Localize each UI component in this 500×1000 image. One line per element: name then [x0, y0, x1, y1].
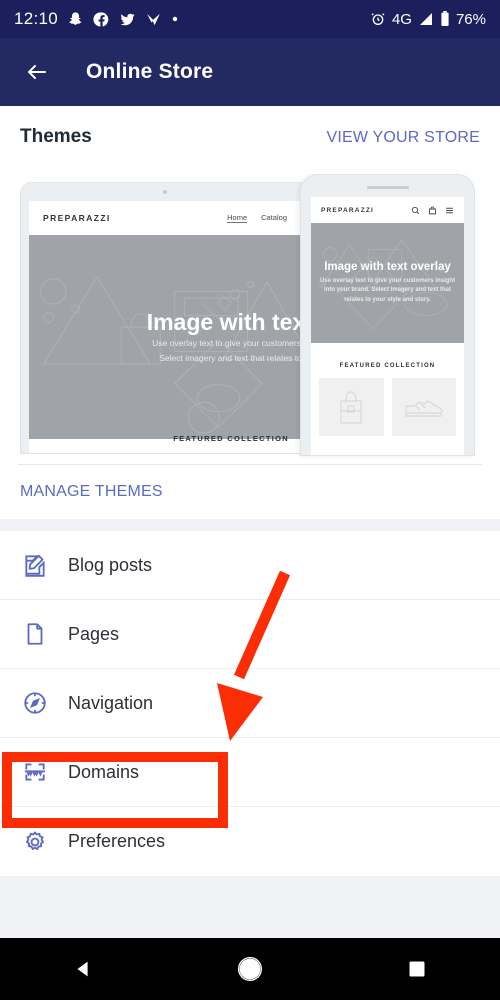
- dot-icon: [171, 15, 179, 23]
- bottom-spacer: [0, 876, 500, 934]
- view-your-store-link[interactable]: VIEW YOUR STORE: [326, 129, 480, 147]
- gmail-icon: [145, 11, 162, 28]
- signal-icon: [418, 12, 434, 26]
- phone-screen: 12:10 4G 76% Online Store Themes VIEW YO…: [0, 0, 500, 1000]
- hamburger-menu-icon: [445, 206, 454, 215]
- tablet-store-nav: PREPARAZZI Home Catalog: [29, 201, 301, 235]
- menu-item-label: Domains: [68, 761, 140, 782]
- menu-item-pages[interactable]: Pages: [0, 600, 500, 669]
- tablet-hero-subtitle-line2: Select imagery and text that relates to …: [159, 352, 301, 363]
- search-icon: [411, 206, 420, 215]
- menu-item-label: Navigation: [68, 692, 154, 713]
- page-title: Online Store: [86, 60, 214, 83]
- phone-store-brand: PREPARAZZI: [321, 207, 375, 214]
- tablet-nav-link-home: Home: [227, 213, 248, 223]
- menu-item-navigation[interactable]: Navigation: [0, 669, 500, 738]
- status-bar-notification-icons: [67, 11, 179, 28]
- phone-hero-title: Image with text overlay: [324, 260, 451, 273]
- tablet-hero-subtitle: Use overlay text to give your customers …: [152, 336, 301, 365]
- back-triangle-icon[interactable]: [53, 946, 113, 992]
- tablet-hero-title: Image with text o: [146, 309, 301, 336]
- document-page-icon: [22, 621, 68, 647]
- phone-preview-screen: PREPARAZZI Image with text overlay Use o…: [311, 197, 464, 455]
- shopping-bag-icon: [428, 206, 437, 215]
- alarm-icon: [370, 11, 386, 27]
- recents-square-icon[interactable]: [387, 946, 447, 992]
- tablet-hero-subtitle-line1: Use overlay text to give your customers …: [152, 338, 301, 349]
- www-domain-icon: [22, 759, 68, 785]
- themes-card: Themes VIEW YOUR STORE PREPARAZZI Home C…: [0, 106, 500, 519]
- menu-item-blog-posts[interactable]: Blog posts: [0, 531, 500, 600]
- home-circle-icon[interactable]: [220, 946, 280, 992]
- tablet-store-brand: PREPARAZZI: [43, 213, 111, 223]
- theme-preview-area: PREPARAZZI Home Catalog Image with te Us…: [0, 174, 500, 464]
- phone-product-grid: [311, 378, 464, 436]
- status-bar-clock: 12:10: [14, 9, 59, 28]
- status-bar: 12:10 4G 76%: [0, 0, 500, 38]
- status-bar-right: 4G 76%: [370, 11, 486, 28]
- online-store-menu: Blog posts Pages Navigation Domains Pref: [0, 531, 500, 876]
- section-divider: [0, 519, 500, 531]
- battery-icon: [440, 11, 450, 27]
- network-type-label: 4G: [391, 10, 412, 28]
- manage-themes-link[interactable]: MANAGE THEMES: [18, 465, 482, 519]
- status-bar-left: 12:10: [14, 9, 179, 29]
- app-bar: Online Store: [0, 38, 500, 106]
- backpack-icon: [319, 378, 384, 436]
- tablet-preview-screen: PREPARAZZI Home Catalog Image with te Us…: [29, 201, 301, 453]
- phone-store-nav: PREPARAZZI: [311, 197, 464, 223]
- compose-edit-icon: [22, 552, 68, 578]
- menu-item-domains[interactable]: Domains: [0, 738, 500, 807]
- menu-item-preferences[interactable]: Preferences: [0, 807, 500, 876]
- phone-featured-collection-label: FEATURED COLLECTION: [339, 363, 436, 369]
- phone-store-nav-icons: [411, 206, 454, 215]
- tablet-store-nav-links: Home Catalog: [227, 213, 287, 223]
- snapchat-icon: [67, 11, 84, 28]
- manage-themes-section: MANAGE THEMES: [18, 464, 482, 519]
- menu-item-label: Pages: [68, 623, 120, 644]
- phone-hero-subtitle: Use overlay text to give your customers …: [319, 277, 456, 303]
- battery-percentage-label: 76%: [455, 10, 486, 28]
- menu-item-label: Preferences: [68, 831, 166, 851]
- tablet-nav-link-catalog: Catalog: [261, 213, 287, 222]
- android-navigation-bar: [0, 938, 500, 1000]
- twitter-icon: [119, 11, 136, 28]
- facebook-icon: [93, 11, 110, 28]
- tablet-featured-collection-label: FEATURED COLLECTION: [173, 434, 289, 443]
- themes-header: Themes VIEW YOUR STORE: [0, 106, 500, 158]
- phone-preview[interactable]: PREPARAZZI Image with text overlay Use o…: [300, 174, 475, 456]
- tablet-preview[interactable]: PREPARAZZI Home Catalog Image with te Us…: [20, 182, 310, 454]
- themes-heading: Themes: [20, 126, 92, 147]
- menu-item-label: Blog posts: [68, 554, 153, 575]
- arrow-back-icon[interactable]: [20, 55, 54, 89]
- sneaker-icon: [391, 378, 456, 436]
- phone-hero-banner: Image with text overlay Use overlay text…: [311, 223, 464, 343]
- gear-icon: [22, 829, 68, 855]
- tablet-hero-banner: Image with text o Use overlay text to gi…: [29, 235, 301, 439]
- compass-icon: [22, 690, 68, 716]
